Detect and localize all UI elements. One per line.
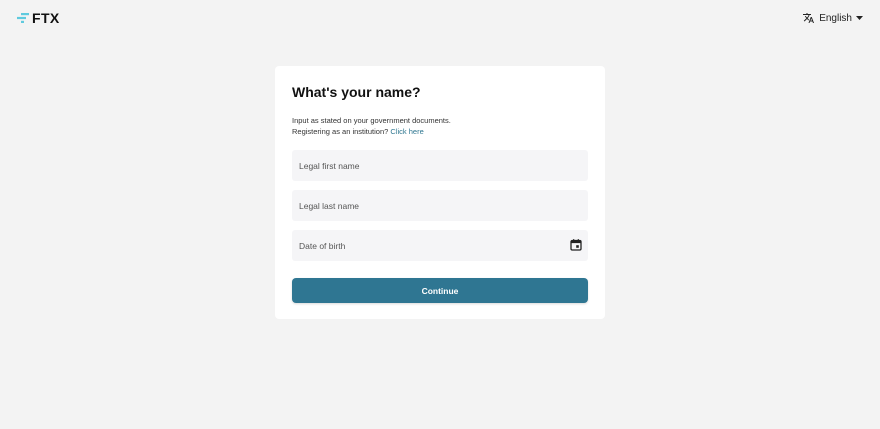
date-of-birth-input[interactable] (299, 240, 581, 251)
top-bar: FTX English (0, 0, 880, 38)
last-name-field[interactable] (292, 190, 588, 221)
first-name-input[interactable] (299, 160, 581, 171)
language-label: English (819, 12, 852, 24)
continue-button[interactable]: Continue (292, 278, 588, 303)
ftx-logo[interactable]: FTX (17, 10, 60, 26)
language-selector[interactable]: English (802, 12, 863, 24)
page-title: What's your name? (292, 84, 421, 100)
translate-icon (803, 13, 815, 23)
date-of-birth-field[interactable] (292, 230, 588, 261)
institution-link[interactable]: Click here (390, 127, 423, 136)
subtitle-instructions: Input as stated on your government docum… (292, 116, 451, 125)
form-subtitle: Input as stated on your government docum… (292, 115, 588, 137)
name-form-card: What's your name? Input as stated on you… (275, 66, 605, 319)
brand-name: FTX (32, 10, 60, 26)
caret-down-icon (856, 15, 863, 20)
institution-prompt: Registering as an institution? (292, 127, 389, 136)
ftx-logo-icon (17, 13, 29, 23)
calendar-icon[interactable] (570, 239, 582, 251)
last-name-input[interactable] (299, 200, 581, 211)
first-name-field[interactable] (292, 150, 588, 181)
institution-line: Registering as an institution? Click her… (292, 126, 588, 137)
